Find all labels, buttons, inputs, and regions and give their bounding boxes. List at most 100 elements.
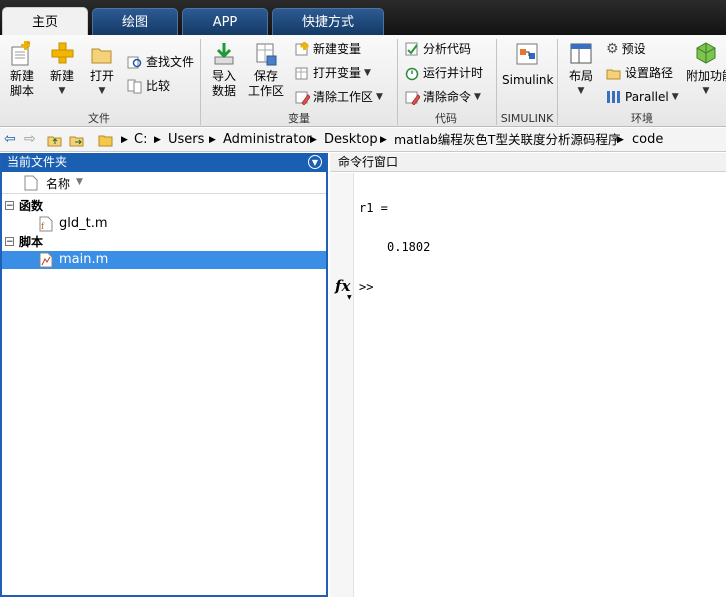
- layout-button[interactable]: 布局 ▼: [563, 41, 599, 99]
- new-button[interactable]: 新建 ▼: [44, 41, 80, 99]
- set-path-button[interactable]: 设置路径: [606, 63, 673, 83]
- fx-function-browser-icon[interactable]: fx: [335, 277, 350, 295]
- tab-shortcuts[interactable]: 快捷方式: [272, 8, 384, 35]
- open-label: 打开: [89, 69, 114, 83]
- new-variable-label: 新建变量: [313, 42, 362, 56]
- find-files-button[interactable]: 查找文件: [127, 52, 194, 72]
- simulink-label: Simulink: [502, 73, 554, 87]
- up-folder-icon[interactable]: [47, 132, 63, 151]
- command-window-header: 命令行窗口: [330, 153, 726, 172]
- tab-apps[interactable]: APP: [182, 8, 268, 35]
- folder-icon: [91, 48, 112, 64]
- analyze-code-button[interactable]: 分析代码: [404, 39, 471, 59]
- addons-button[interactable]: 附加功能 ▼: [686, 41, 726, 99]
- addons-icon: [696, 42, 716, 64]
- open-variable-chevron-icon[interactable]: ▼: [364, 63, 371, 83]
- compare-button[interactable]: 比较: [127, 76, 170, 96]
- open-button[interactable]: 打开 ▼: [84, 41, 120, 99]
- new-variable-button[interactable]: 新建变量: [294, 39, 361, 59]
- addons-label: 附加功能: [686, 69, 726, 83]
- code-group-label: 代码: [435, 112, 457, 125]
- breadcrumb-separator-icon: ▶: [154, 135, 161, 145]
- command-prompt: >>: [359, 280, 374, 294]
- file-row[interactable]: main.m: [2, 251, 326, 269]
- command-window-panel: 命令行窗口 r1 = 0.1802 fx ▼ >>: [330, 153, 726, 597]
- function-file-icon: f: [39, 216, 53, 232]
- compare-icon: [127, 79, 142, 94]
- new-dropdown-chevron-icon[interactable]: ▼: [44, 84, 80, 99]
- variable-group-label: 变量: [288, 112, 310, 125]
- save-workspace-label: 保存 工作区: [247, 69, 284, 98]
- import-icon: [214, 43, 234, 65]
- save-workspace-button[interactable]: 保存 工作区: [246, 41, 286, 99]
- breadcrumb-separator-icon: ▶: [121, 135, 128, 145]
- breadcrumb-administrator[interactable]: Administrator: [223, 128, 312, 152]
- ribbon-toolbar: 新建 脚本 新建 ▼ 打开 ▼ 查找文件 比较 文件 导入 数据 保存 工作区 …: [0, 35, 726, 127]
- parallel-button[interactable]: Parallel ▼: [606, 87, 679, 107]
- address-bar: ⇦ ⇨ ▶ C: ▶ Users ▶ Administrator ▶ Deskt…: [0, 128, 726, 152]
- clear-workspace-chevron-icon[interactable]: ▼: [376, 87, 383, 107]
- breadcrumb-drive[interactable]: C:: [134, 128, 147, 152]
- run-and-time-button[interactable]: 运行并计时: [404, 63, 483, 83]
- analyze-code-icon: [405, 42, 418, 56]
- run-and-time-label: 运行并计时: [423, 66, 484, 80]
- parallel-label: Parallel: [625, 90, 669, 104]
- clear-commands-button[interactable]: 清除命令 ▼: [404, 87, 481, 107]
- parallel-chevron-icon[interactable]: ▼: [672, 87, 679, 107]
- file-icon: [24, 175, 38, 191]
- compare-label: 比较: [146, 79, 171, 93]
- import-data-label: 导入 数据: [211, 69, 236, 98]
- new-script-button[interactable]: 新建 脚本: [4, 41, 40, 99]
- open-dropdown-chevron-icon[interactable]: ▼: [84, 84, 120, 99]
- browse-folder-icon[interactable]: [69, 132, 85, 151]
- collapse-icon[interactable]: −: [5, 201, 14, 211]
- analyze-code-label: 分析代码: [423, 42, 472, 56]
- clear-commands-chevron-icon[interactable]: ▼: [474, 87, 481, 107]
- ribbon-divider: [200, 39, 201, 125]
- stopwatch-icon: [405, 67, 419, 81]
- file-group-scripts[interactable]: − 脚本: [2, 233, 326, 251]
- plus-icon: [51, 42, 74, 64]
- breadcrumb-project-folder[interactable]: matlab编程灰色T型关联度分析源码程序: [394, 128, 620, 152]
- open-variable-button[interactable]: 打开变量 ▼: [294, 63, 371, 83]
- tab-plots[interactable]: 绘图: [92, 8, 178, 35]
- import-data-button[interactable]: 导入 数据: [206, 41, 242, 99]
- clear-workspace-label: 清除工作区: [313, 90, 374, 104]
- breadcrumb-separator-icon: ▶: [617, 135, 624, 145]
- command-window-title: 命令行窗口: [338, 155, 399, 169]
- gear-icon: ⚙: [606, 41, 619, 57]
- file-group-label: 文件: [88, 112, 110, 125]
- addons-chevron-icon[interactable]: ▼: [686, 84, 726, 99]
- breadcrumb-users[interactable]: Users: [168, 128, 204, 152]
- panel-menu-chevron-icon[interactable]: ▼: [308, 155, 322, 169]
- tab-home[interactable]: 主页: [2, 7, 88, 36]
- new-label: 新建: [49, 69, 74, 83]
- breadcrumb-separator-icon: ▶: [209, 135, 216, 145]
- back-arrow-icon[interactable]: ⇦: [4, 131, 16, 147]
- current-folder-panel: 当前文件夹 ▼ 名称 ▼ − 函数 f gld_t.m − 脚本 main.m: [0, 153, 328, 597]
- forward-arrow-icon[interactable]: ⇨: [24, 131, 36, 147]
- set-path-label: 设置路径: [625, 66, 674, 80]
- command-input[interactable]: [382, 280, 682, 296]
- open-variable-icon: [295, 67, 308, 80]
- breadcrumb-code[interactable]: code: [632, 128, 663, 152]
- new-script-icon: [11, 41, 30, 66]
- layout-chevron-icon[interactable]: ▼: [563, 84, 599, 99]
- command-window-gutter: [330, 173, 354, 597]
- breadcrumb-desktop[interactable]: Desktop: [324, 128, 378, 152]
- output-variable-line: r1 =: [359, 201, 388, 215]
- output-value-line: 0.1802: [387, 240, 431, 254]
- simulink-group-label: SIMULINK: [500, 112, 554, 125]
- simulink-button[interactable]: Simulink: [502, 41, 554, 88]
- collapse-icon[interactable]: −: [5, 237, 14, 247]
- name-column-label: 名称: [46, 177, 71, 191]
- clear-workspace-button[interactable]: 清除工作区 ▼: [294, 87, 383, 107]
- preferences-button[interactable]: ⚙ 预设: [606, 39, 646, 59]
- file-group-functions[interactable]: − 函数: [2, 197, 326, 215]
- open-variable-label: 打开变量: [313, 66, 362, 80]
- fx-chevron-icon[interactable]: ▼: [347, 294, 352, 301]
- clear-commands-icon: [405, 91, 420, 105]
- file-row[interactable]: f gld_t.m: [2, 215, 326, 233]
- name-column-header[interactable]: 名称 ▼: [2, 172, 326, 194]
- sort-chevron-icon[interactable]: ▼: [76, 177, 83, 187]
